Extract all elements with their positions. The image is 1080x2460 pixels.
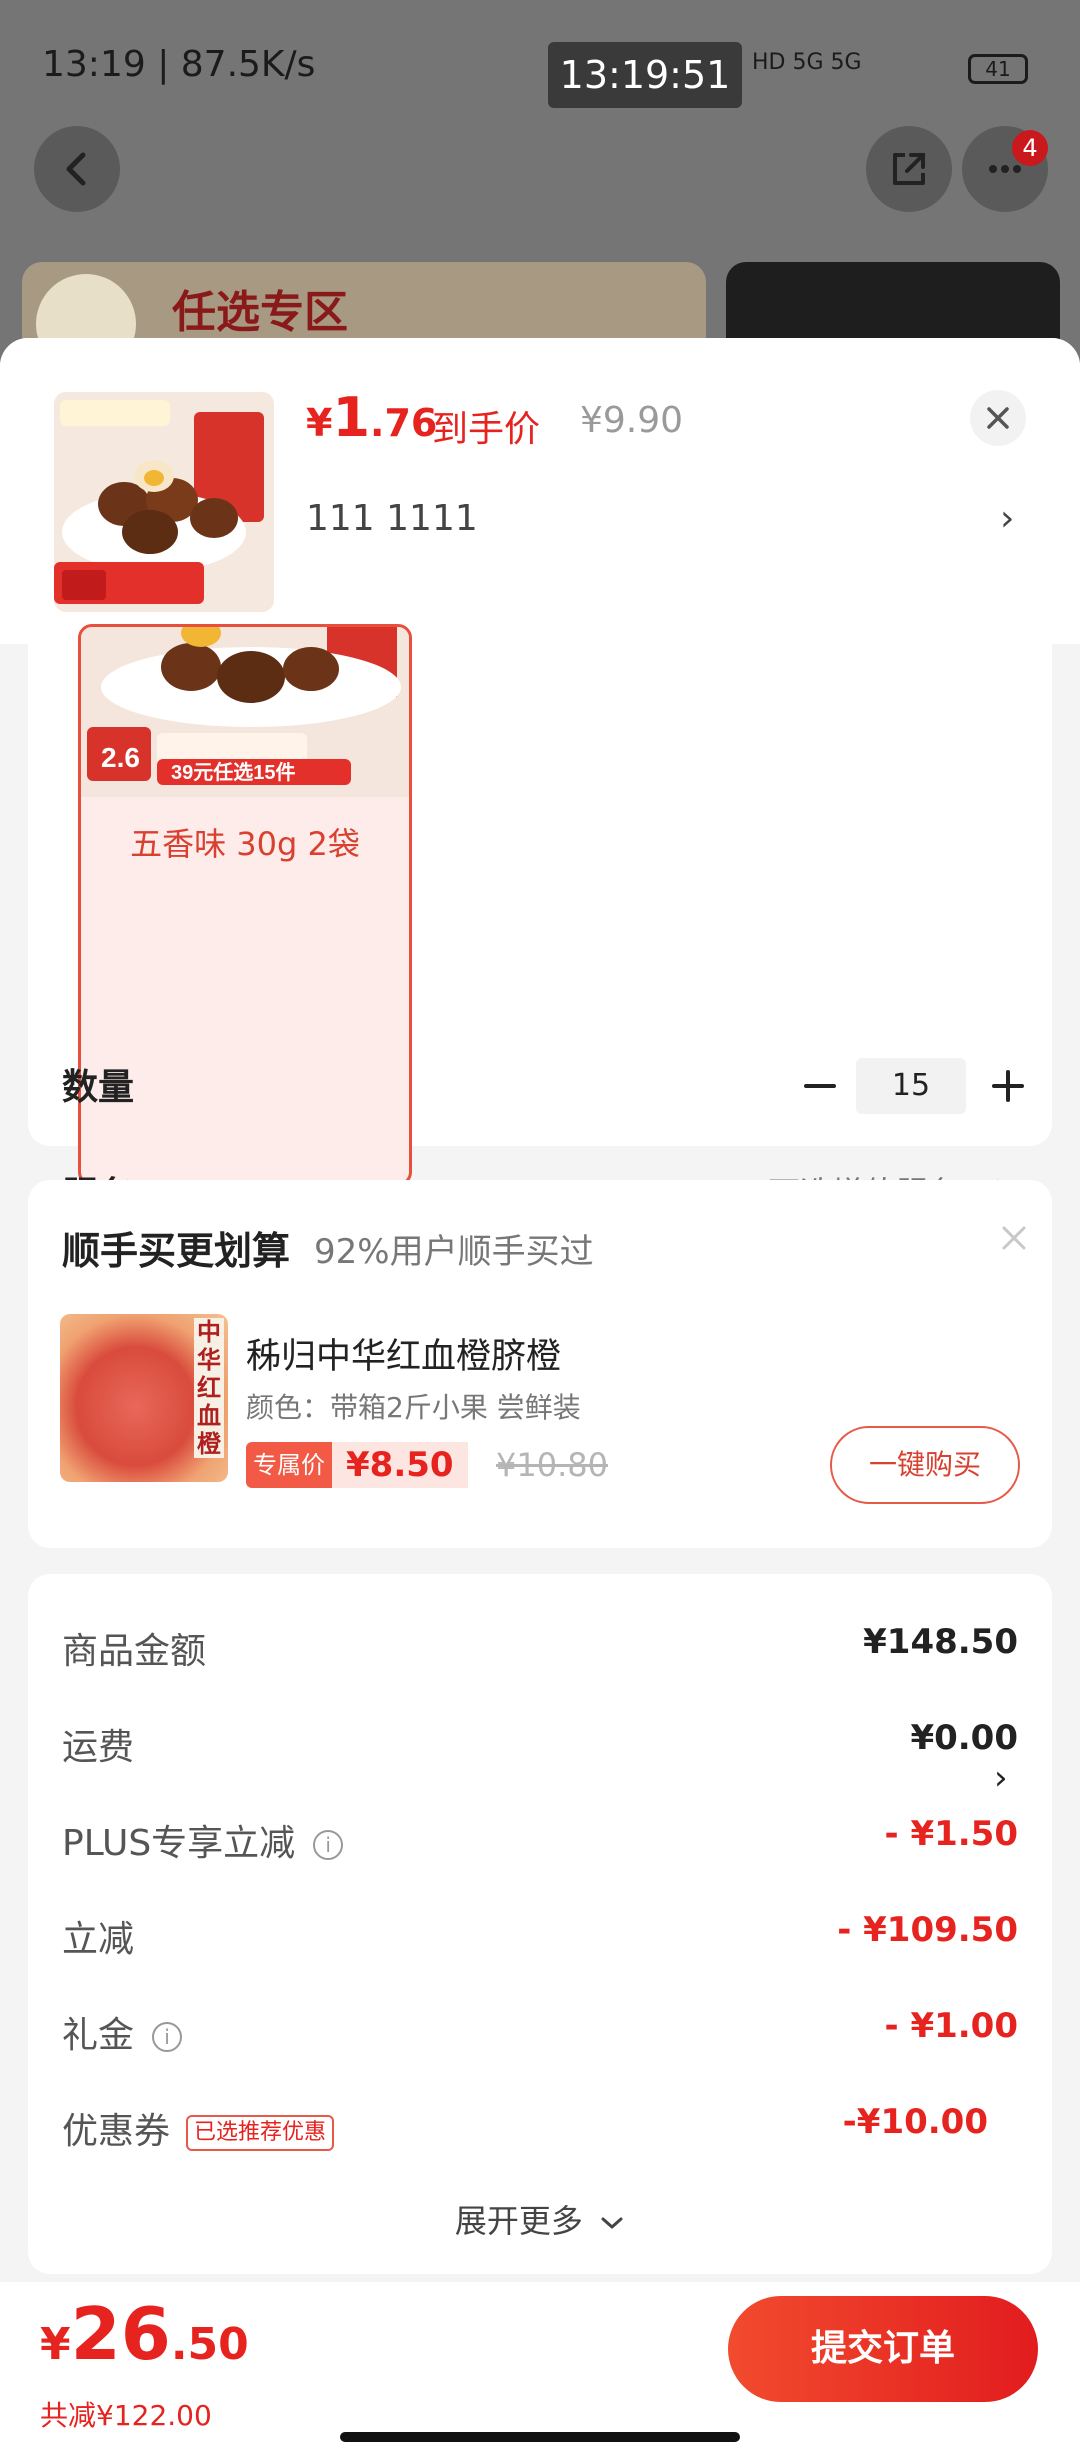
product-thumbnail — [54, 392, 274, 612]
exclusive-price-tag: 专属价 — [246, 1442, 332, 1488]
total-symbol: ¥ — [40, 2319, 71, 2370]
info-icon[interactable]: i — [313, 1830, 344, 1860]
spec-arrow-icon[interactable]: › — [1000, 498, 1014, 539]
submit-order-button[interactable]: 提交订单 — [728, 2296, 1038, 2402]
summary-label-wrap: 礼金 i — [62, 2006, 183, 2058]
recommend-card: 顺手买更划算 92%用户顺手买过 中华红血橙 秭归中华红血橙脐橙 颜色：带箱2斤… — [28, 1180, 1052, 1548]
coupon-tag: 已选推荐优惠 — [186, 2115, 335, 2151]
summary-value: -¥10.00 — [842, 2102, 988, 2142]
expand-more-label: 展开更多 — [454, 2202, 583, 2240]
quantity-input[interactable]: 15 — [856, 1058, 966, 1114]
summary-label: PLUS专享立减 — [62, 1823, 296, 1864]
summary-row-goods: 商品金额 ¥148.50 — [62, 1622, 1018, 1678]
chevron-down-icon — [601, 2217, 623, 2229]
variant-image: 2.6 39元任选15件 — [81, 627, 409, 797]
home-indicator[interactable] — [340, 2432, 740, 2442]
variant-badge-text: 2.6 — [101, 742, 140, 773]
summary-label: 优惠券 — [62, 2111, 171, 2152]
recommend-original-price: ¥10.80 — [496, 1446, 608, 1484]
total-integer: 26 — [70, 2292, 171, 2376]
summary-value: - ¥1.50 — [884, 1814, 1019, 1854]
summary-value: - ¥1.00 — [884, 2006, 1019, 2046]
total-saved: 共减¥122.00 — [40, 2399, 212, 2432]
sheet-header: ¥1.76 到手价 ¥9.90 111 1111 › — [0, 338, 1080, 644]
recommend-product-color: 颜色：带箱2斤小果 尝鲜装 — [246, 1391, 581, 1424]
eggs-image — [54, 392, 274, 612]
checkout-bar: ¥26.50 共减¥122.00 提交订单 — [0, 2282, 1080, 2460]
summary-label-wrap: 优惠券 已选推荐优惠 — [62, 2102, 335, 2154]
final-price: ¥1.76 — [306, 386, 437, 449]
total-decimal: .50 — [170, 2319, 249, 2370]
summary-row-shipping: 运费 ¥0.00 — [62, 1718, 1018, 1774]
price-symbol: ¥ — [306, 401, 333, 445]
variant-label: 五香味 30g 2袋 — [130, 825, 360, 863]
orange-image[interactable]: 中华红血橙 — [60, 1314, 228, 1482]
final-price-label: 到手价 — [432, 409, 541, 450]
summary-row-plus: PLUS专享立减 i - ¥1.50 — [62, 1814, 1018, 1870]
summary-row-discount: 立减 - ¥109.50 — [62, 1910, 1018, 1966]
orange-image-tag: 中华红血橙 — [194, 1318, 224, 1458]
plus-icon[interactable] — [986, 1064, 1030, 1108]
share-button[interactable] — [866, 126, 952, 212]
quantity-label: 数量 — [62, 1067, 135, 1108]
signal-indicator: HD 5G 5G — [752, 50, 862, 75]
recommend-subtitle: 92%用户顺手买过 — [314, 1232, 594, 1272]
status-clock: 13:19:51 — [548, 42, 742, 108]
summary-row-gift: 礼金 i - ¥1.00 — [62, 2006, 1018, 2062]
chevron-left-icon — [66, 152, 86, 186]
price-summary-card: 商品金额 ¥148.50 运费 ¥0.00 PLUS专享立减 i - ¥1.50 … — [28, 1574, 1052, 2274]
minus-icon[interactable] — [798, 1064, 842, 1108]
expand-more-button[interactable]: 展开更多 — [28, 2196, 1052, 2242]
summary-label: 商品金额 — [62, 1631, 207, 1672]
summary-label: 运费 — [62, 1727, 135, 1768]
close-icon[interactable] — [968, 388, 1028, 448]
summary-label: 立减 — [62, 1919, 135, 1960]
summary-label: 礼金 — [62, 2015, 135, 2056]
back-button[interactable] — [34, 126, 120, 212]
recommend-title: 顺手买更划算 — [62, 1229, 291, 1273]
price-decimal: .76 — [370, 401, 438, 445]
price-integer: 1 — [332, 386, 371, 449]
info-icon[interactable]: i — [152, 2022, 183, 2052]
selected-spec[interactable]: 111 1111 — [306, 498, 478, 539]
summary-value: - ¥109.50 — [837, 1910, 1018, 1950]
battery-indicator: 41 — [968, 54, 1028, 84]
coupon-arrow-icon[interactable]: › — [994, 1758, 1008, 1798]
notification-badge: 4 — [1012, 130, 1048, 166]
share-icon — [893, 153, 925, 185]
recommend-product-name[interactable]: 秭归中华红血橙脐橙 — [246, 1328, 561, 1379]
summary-label-wrap: PLUS专享立减 i — [62, 1814, 344, 1866]
banner-text: 任选专区 — [172, 287, 348, 338]
close-icon[interactable] — [994, 1218, 1034, 1258]
variant-promo-text: 39元任选15件 — [171, 760, 296, 784]
summary-value: ¥148.50 — [863, 1622, 1018, 1662]
status-time: 13:19 | 87.5K/s — [42, 44, 316, 85]
summary-value: ¥0.00 — [910, 1718, 1018, 1758]
summary-row-coupon[interactable]: 优惠券 已选推荐优惠 -¥10.00 — [62, 2102, 988, 2158]
exclusive-price: ¥8.50 — [332, 1442, 468, 1488]
original-price: ¥9.90 — [580, 400, 684, 441]
status-bar: 13:19 | 87.5K/s 13:19:51 HD 5G 5G 41 — [0, 0, 1080, 130]
options-card: 2.6 39元任选15件 五香味 30g 2袋 数量 15 服务 可选增值服务 … — [28, 624, 1052, 1216]
total-price: ¥26.50 — [40, 2292, 249, 2376]
sku-sheet: ¥1.76 到手价 ¥9.90 111 1111 › 2.6 39元任选15件 … — [0, 338, 1080, 2460]
one-click-buy-button[interactable]: 一键购买 — [830, 1426, 1020, 1504]
